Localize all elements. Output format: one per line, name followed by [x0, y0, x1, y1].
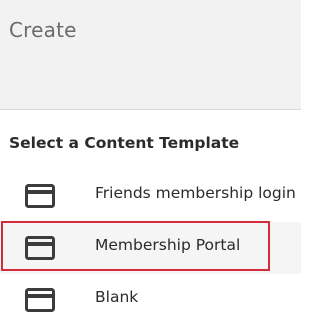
template-item-blank[interactable]: Blank	[0, 274, 301, 323]
create-panel: Create Select a Content Template Friends…	[0, 0, 301, 323]
card-icon	[25, 288, 55, 312]
section-title: Select a Content Template	[9, 134, 240, 152]
template-item-friends-membership-login[interactable]: Friends membership login	[0, 170, 301, 222]
template-label: Membership Portal	[95, 236, 241, 254]
card-icon	[25, 184, 55, 208]
panel-title: Create	[9, 18, 77, 42]
template-label: Friends membership login	[95, 184, 296, 202]
template-list: Friends membership login Membership Port…	[0, 170, 301, 323]
panel-header: Create	[0, 0, 301, 110]
template-item-membership-portal[interactable]: Membership Portal	[0, 222, 301, 274]
card-icon	[25, 236, 55, 260]
template-label: Blank	[95, 288, 139, 306]
